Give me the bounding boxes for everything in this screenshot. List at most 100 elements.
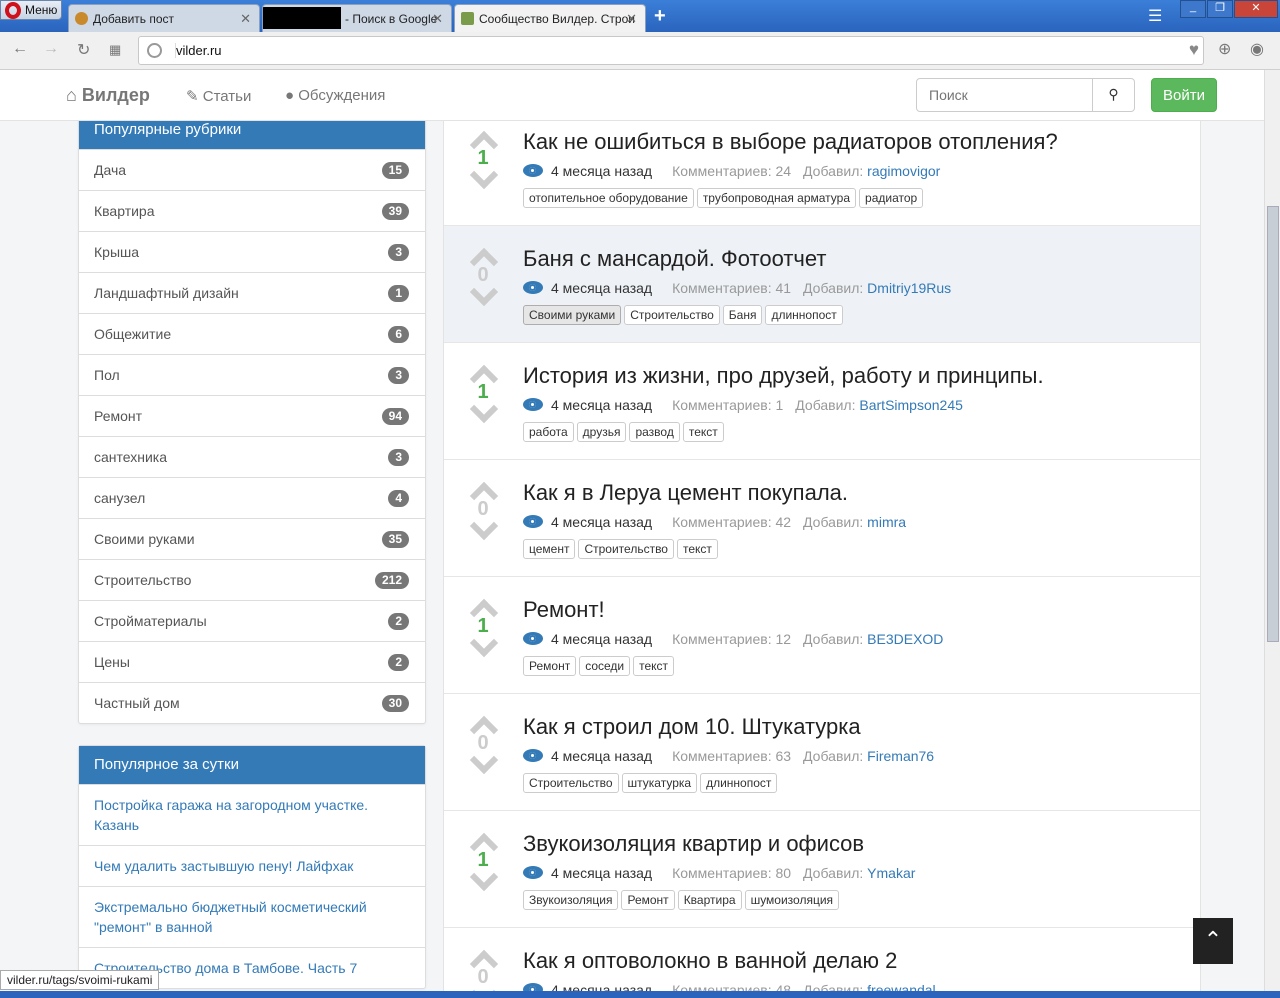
comments-count[interactable]: Комментариев: 1 — [672, 397, 783, 413]
address-bar[interactable]: vilder.ru ♥ — [138, 36, 1204, 65]
popular-post-link[interactable]: Чем удалить застывшую пену! Лайфхак — [79, 845, 425, 886]
tag-link[interactable]: друзья — [576, 422, 627, 442]
tag-link[interactable]: Строительство — [523, 773, 619, 793]
author-link[interactable]: Fireman76 — [867, 748, 934, 764]
downvote-icon[interactable] — [468, 754, 498, 772]
post-title-link[interactable]: История из жизни, про друзей, работу и п… — [523, 363, 1044, 389]
category-item[interactable]: Пол 3 — [79, 354, 425, 395]
downvote-icon[interactable] — [468, 403, 498, 421]
downvote-icon[interactable] — [468, 169, 498, 187]
tab-google-search[interactable]: - Поиск в Google ✕ — [262, 4, 452, 32]
account-icon[interactable]: ◉ — [1250, 39, 1264, 59]
upvote-icon[interactable] — [468, 714, 498, 732]
site-brand-link[interactable]: ⌂ Вилдер — [66, 85, 150, 106]
tag-link[interactable]: отопительное оборудование — [523, 188, 694, 208]
comments-count[interactable]: Комментариев: 80 — [672, 865, 791, 881]
forward-icon[interactable]: → — [43, 40, 59, 58]
tag-link[interactable]: Строительство — [624, 305, 720, 325]
downloads-icon[interactable]: ⊕ — [1218, 39, 1231, 59]
upvote-icon[interactable] — [468, 480, 498, 498]
comments-count[interactable]: Комментариев: 12 — [672, 631, 791, 647]
tag-link[interactable]: Квартира — [677, 890, 742, 910]
search-button[interactable]: ⚲ — [1092, 78, 1135, 112]
tag-link[interactable]: Баня — [722, 305, 763, 325]
new-tab-button[interactable]: + — [654, 5, 666, 28]
tag-link[interactable]: цемент — [523, 539, 576, 559]
popular-post-link[interactable]: Экстремально бюджетный косметический "ре… — [79, 886, 425, 947]
close-window-button[interactable]: ✕ — [1234, 0, 1278, 18]
category-item[interactable]: Своими руками 35 — [79, 518, 425, 559]
tag-link[interactable]: длиннопост — [765, 305, 843, 325]
upvote-icon[interactable] — [468, 597, 498, 615]
tag-link[interactable]: текст — [682, 422, 724, 442]
bookmark-heart-icon[interactable]: ♥ — [1189, 40, 1199, 60]
tab-vilder[interactable]: Сообщество Вилдер. Строи ✕ — [454, 4, 646, 32]
category-item[interactable]: Общежитие 6 — [79, 313, 425, 354]
downvote-icon[interactable] — [468, 637, 498, 655]
tag-link[interactable]: длиннопост — [700, 773, 778, 793]
comments-count[interactable]: Комментариев: 63 — [672, 748, 791, 764]
upvote-icon[interactable] — [468, 246, 498, 264]
tag-link[interactable]: штукатурка — [621, 773, 698, 793]
author-link[interactable]: BE3DEXOD — [867, 631, 943, 647]
category-item[interactable]: Строительство 212 — [79, 559, 425, 600]
tab-add-post[interactable]: Добавить пост ✕ — [68, 4, 260, 32]
category-item[interactable]: Стройматериалы 2 — [79, 600, 425, 641]
tag-link[interactable]: радиатор — [859, 188, 924, 208]
upvote-icon[interactable] — [468, 363, 498, 381]
category-item[interactable]: Крыша 3 — [79, 231, 425, 272]
category-item[interactable]: Цены 2 — [79, 641, 425, 682]
post-title-link[interactable]: Звукоизоляция квартир и офисов — [523, 831, 864, 857]
comments-count[interactable]: Комментариев: 24 — [672, 163, 791, 179]
nav-discussions-link[interactable]: ● Обсуждения — [285, 87, 385, 104]
tag-link[interactable]: текст — [676, 539, 718, 559]
tag-link[interactable]: соседи — [579, 656, 631, 676]
category-item[interactable]: санузел 4 — [79, 477, 425, 518]
upvote-icon[interactable] — [468, 129, 498, 147]
post-title-link[interactable]: Как я в Леруа цемент покупала. — [523, 480, 848, 506]
popular-post-link[interactable]: Постройка гаража на загородном участке. … — [79, 784, 425, 845]
category-item[interactable]: Частный дом 30 — [79, 682, 425, 723]
nav-articles-link[interactable]: ✎ Статьи — [186, 87, 251, 105]
browser-menu-button[interactable]: Меню — [0, 0, 62, 20]
page-scrollbar[interactable] — [1264, 70, 1280, 998]
scrollbar-thumb[interactable] — [1267, 206, 1279, 642]
category-item[interactable]: сантехника 3 — [79, 436, 425, 477]
post-title-link[interactable]: Ремонт! — [523, 597, 605, 623]
post-title-link[interactable]: Баня с мансардой. Фотоотчет — [523, 246, 826, 272]
close-tab-icon[interactable]: ✕ — [240, 11, 251, 27]
back-icon[interactable]: ← — [12, 40, 28, 58]
tag-link[interactable]: Строительство — [578, 539, 674, 559]
speed-dial-icon[interactable]: ▦ — [109, 42, 121, 58]
post-title-link[interactable]: Как не ошибиться в выборе радиаторов ото… — [523, 129, 1058, 155]
downvote-icon[interactable] — [468, 286, 498, 304]
upvote-icon[interactable] — [468, 831, 498, 849]
tag-link[interactable]: работа — [523, 422, 574, 442]
post-title-link[interactable]: Как я оптоволокно в ванной делаю 2 — [523, 948, 897, 974]
login-button[interactable]: Войти — [1151, 78, 1217, 112]
author-link[interactable]: BartSimpson245 — [859, 397, 963, 413]
tag-link[interactable]: текст — [633, 656, 675, 676]
tag-link[interactable]: Звукоизоляция — [523, 890, 619, 910]
minimize-button[interactable]: _ — [1180, 0, 1206, 18]
scroll-to-top-button[interactable]: ⌃ — [1193, 918, 1233, 964]
close-tab-icon[interactable]: ✕ — [432, 11, 443, 27]
downvote-icon[interactable] — [468, 871, 498, 889]
category-item[interactable]: Ремонт 94 — [79, 395, 425, 436]
comments-count[interactable]: Комментариев: 41 — [672, 280, 791, 296]
search-input[interactable] — [916, 78, 1094, 112]
post-title-link[interactable]: Как я строил дом 10. Штукатурка — [523, 714, 861, 740]
tag-link[interactable]: трубопроводная арматура — [696, 188, 857, 208]
tag-link[interactable]: Ремонт — [523, 656, 577, 676]
author-link[interactable]: mimra — [867, 514, 906, 530]
site-info-icon[interactable] — [147, 43, 162, 58]
tag-link[interactable]: шумоизоляция — [744, 890, 840, 910]
author-link[interactable]: ragimovigor — [867, 163, 940, 179]
category-item[interactable]: Квартира 39 — [79, 190, 425, 231]
upvote-icon[interactable] — [468, 948, 498, 966]
downvote-icon[interactable] — [468, 520, 498, 538]
comments-count[interactable]: Комментариев: 42 — [672, 514, 791, 530]
close-tab-icon[interactable]: ✕ — [626, 11, 637, 27]
tag-link[interactable]: Своими руками — [523, 305, 622, 325]
category-item[interactable]: Ландшафтный дизайн 1 — [79, 272, 425, 313]
